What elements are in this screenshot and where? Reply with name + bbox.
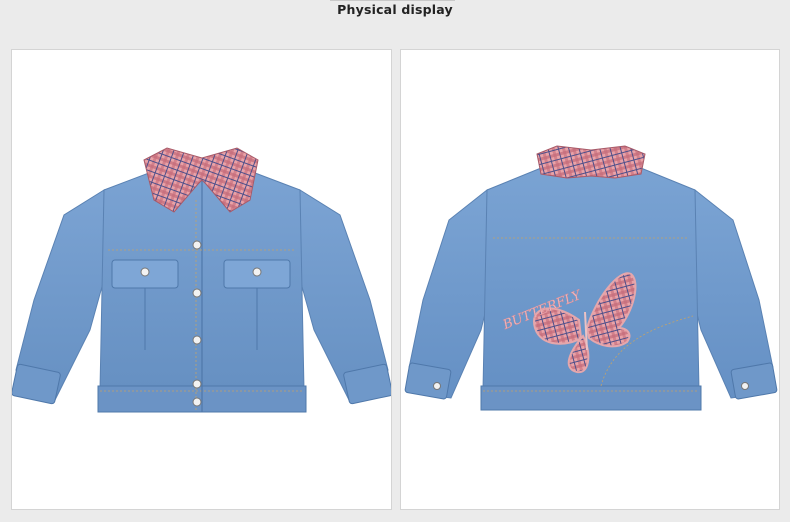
denim-jacket-back-image: BUTTERFLY bbox=[404, 145, 778, 411]
page-heading: Physical display bbox=[337, 2, 453, 17]
heading-top-rule bbox=[330, 0, 455, 1]
back-view-panel: BUTTERFLY bbox=[400, 49, 780, 510]
front-view-panel bbox=[11, 49, 392, 510]
denim-jacket-front-image bbox=[12, 147, 391, 413]
